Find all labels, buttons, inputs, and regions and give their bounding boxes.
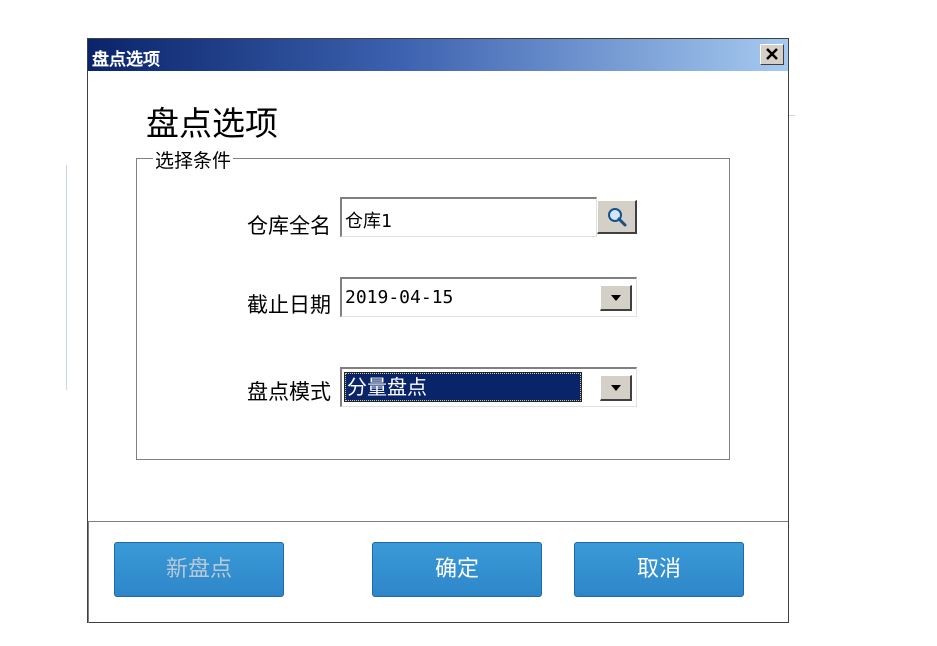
new-count-button[interactable]: 新盘点 <box>114 542 284 597</box>
title-bar[interactable]: 盘点选项 <box>88 39 788 71</box>
background-divider <box>66 165 67 390</box>
chevron-down-icon <box>610 384 621 391</box>
close-button[interactable] <box>760 44 784 65</box>
chevron-down-icon <box>610 294 621 301</box>
mode-selected-value: 分量盘点 <box>344 372 582 402</box>
confirm-button[interactable]: 确定 <box>372 542 542 597</box>
warehouse-value: 仓库1 <box>345 211 392 232</box>
warehouse-input[interactable]: 仓库1 <box>340 197 597 237</box>
count-options-dialog: 盘点选项 盘点选项 选择条件 仓库全名 仓库1 截止日期 2019-04-15 … <box>87 38 789 623</box>
group-legend: 选择条件 <box>153 146 234 173</box>
date-value: 2019-04-15 <box>345 287 454 308</box>
cancel-button[interactable]: 取消 <box>574 542 744 597</box>
mode-label: 盘点模式 <box>247 380 331 404</box>
date-label: 截止日期 <box>247 293 331 317</box>
window-title: 盘点选项 <box>92 50 160 70</box>
footer-edge <box>88 521 89 623</box>
footer-separator <box>88 521 788 523</box>
page-title: 盘点选项 <box>146 104 278 143</box>
mode-select[interactable]: 分量盘点 <box>340 367 637 407</box>
date-select[interactable]: 2019-04-15 <box>340 277 637 317</box>
mode-dropdown-button[interactable] <box>600 375 632 401</box>
warehouse-search-button[interactable] <box>597 200 637 234</box>
date-dropdown-button[interactable] <box>600 285 632 311</box>
warehouse-label: 仓库全名 <box>247 214 331 238</box>
close-icon <box>766 48 778 60</box>
search-icon <box>607 207 626 226</box>
